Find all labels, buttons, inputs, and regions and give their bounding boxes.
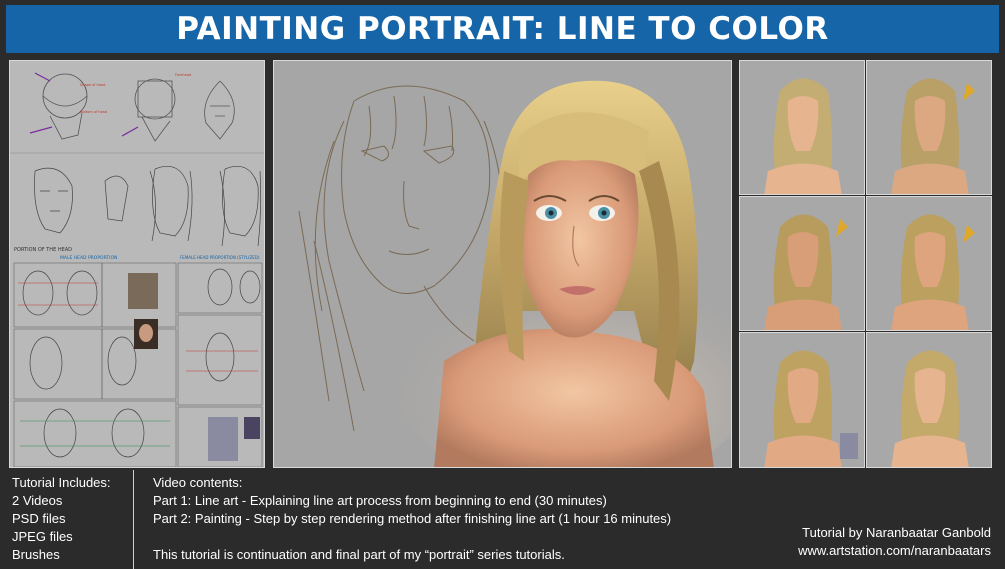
female-proportion-label: FEMALE HEAD PROPORTION (STYLIZED) bbox=[180, 255, 260, 260]
main-painting bbox=[273, 60, 732, 468]
includes-item: PSD files bbox=[12, 511, 66, 526]
title-banner: PAINTING PORTRAIT: LINE TO COLOR bbox=[6, 5, 999, 53]
step-thumbnail-5 bbox=[739, 332, 865, 468]
video-part-2: Part 2: Painting - Step by step renderin… bbox=[153, 511, 672, 526]
portrait-thumbnail bbox=[867, 197, 991, 330]
male-proportion-label: MALE HEAD PROPORTION bbox=[60, 255, 117, 261]
construction-sheet: Shape of head Forehead Bottom of head PO… bbox=[9, 60, 265, 468]
portrait-thumbnail bbox=[740, 197, 864, 330]
includes-heading: Tutorial Includes: bbox=[12, 475, 111, 490]
video-part-1: Part 1: Line art - Explaining line art p… bbox=[153, 493, 607, 508]
svg-text:Bottom of head: Bottom of head bbox=[80, 110, 107, 114]
step-thumbnail-6 bbox=[866, 332, 992, 468]
step-thumbnail-4 bbox=[866, 196, 992, 331]
includes-item: JPEG files bbox=[12, 529, 73, 544]
step-thumbnail-3 bbox=[739, 196, 865, 331]
step-thumbnail-2 bbox=[866, 60, 992, 195]
svg-text:Shape of head: Shape of head bbox=[80, 83, 105, 87]
video-contents: Video contents: Part 1: Line art - Expla… bbox=[153, 474, 793, 564]
column-divider bbox=[133, 470, 134, 569]
svg-text:Forehead: Forehead bbox=[175, 73, 191, 77]
portrait-thumbnail bbox=[867, 333, 991, 467]
step-thumbnail-1 bbox=[739, 60, 865, 195]
construction-drawings: Shape of head Forehead Bottom of head PO… bbox=[10, 61, 264, 467]
portion-label: PORTION OF THE HEAD bbox=[14, 247, 72, 253]
page-title: PAINTING PORTRAIT: LINE TO COLOR bbox=[176, 11, 829, 47]
portrait-thumbnail bbox=[740, 61, 864, 194]
includes-item: Brushes bbox=[12, 547, 60, 562]
line-to-color-artwork bbox=[274, 61, 731, 467]
series-note: This tutorial is continuation and final … bbox=[153, 547, 565, 562]
portrait-thumbnail bbox=[867, 61, 991, 194]
author-credit: Tutorial by Naranbaatar Ganbold bbox=[802, 525, 991, 540]
tutorial-includes: Tutorial Includes: 2 Videos PSD files JP… bbox=[12, 474, 111, 564]
video-heading: Video contents: bbox=[153, 475, 243, 490]
artstation-link[interactable]: www.artstation.com/naranbaatars bbox=[798, 542, 991, 560]
includes-item: 2 Videos bbox=[12, 493, 63, 508]
credit-block: Tutorial by Naranbaatar Ganbold www.arts… bbox=[798, 524, 991, 560]
portrait-thumbnail bbox=[740, 333, 864, 467]
